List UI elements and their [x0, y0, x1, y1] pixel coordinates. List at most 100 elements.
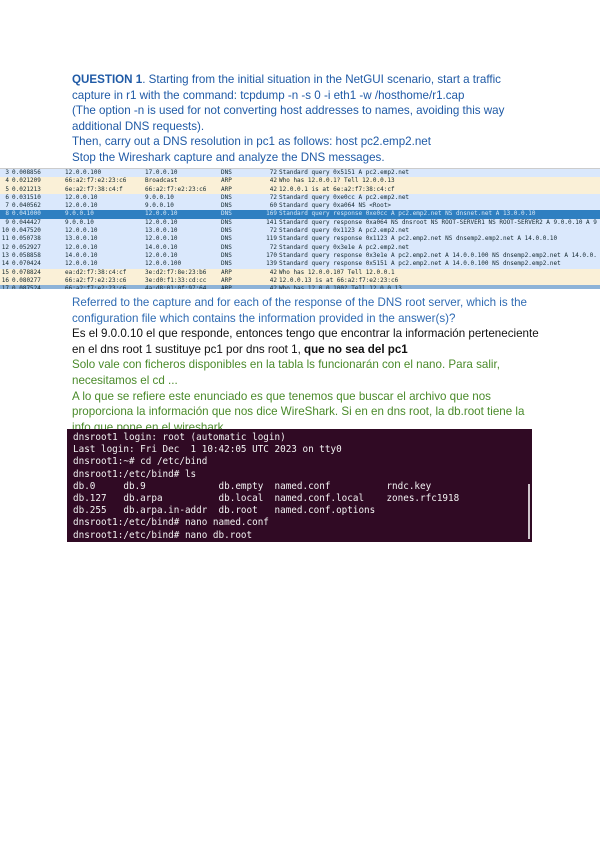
packet-proto: DNS [221, 218, 232, 226]
packet-no: 3 [5, 169, 9, 176]
packet-dst: 9.0.0.10 [145, 193, 174, 201]
packet-len: 170 [266, 251, 277, 259]
packet-row[interactable]: 17 0.087524 66:a2:f7:e2:23:c6 4a:d8:01:0f:9… [0, 285, 600, 289]
packet-row[interactable]: 3 0.008856 12.0.0.100 17.0.0.10 DNS 72 Standar… [0, 169, 600, 178]
packet-src: 12.0.0.100 [65, 169, 102, 176]
packet-row[interactable]: 5 0.021213 6e:a2:f7:38:c4:f 66:a2:f7:e2:23:… [0, 185, 600, 194]
packet-no: 8 [5, 210, 9, 218]
answer-reply-bold: que no sea del pc1 [304, 342, 408, 356]
answer-reply: Es el 9.0.0.10 el que responde, entonces… [72, 326, 542, 357]
packet-time: 0.044427 [12, 218, 41, 226]
packet-dst: 13.0.0.10 [145, 227, 178, 235]
terminal-line: dnsroot1 login: root (automatic login) [73, 432, 286, 443]
packet-row[interactable]: 9 0.044427 9.0.0.10 12.0.0.10 DNS 141 Standard… [0, 218, 600, 228]
packet-no: 4 [5, 177, 9, 185]
question-line-3: Then, carry out a DNS resolution in pc1 … [72, 135, 431, 149]
packet-row[interactable]: 6 0.031510 12.0.0.10 9.0.0.10 DNS 72 Standard … [0, 193, 600, 203]
packet-info: Standard query response 0xe0cc A pc2.emp… [279, 210, 536, 218]
terminal-line: Last login: Fri Dec 1 10:42:05 UTC 2023 … [73, 444, 342, 456]
packet-len: 141 [266, 218, 277, 226]
packet-src: 12.0.0.10 [65, 227, 98, 235]
packet-no: 17 [1, 285, 9, 289]
packet-dst: 12.0.0.10 [145, 218, 178, 226]
packet-info: Standard query 0xa064 NS <Root> [279, 202, 391, 210]
answer-prompt: Referred to the capture and for each of … [72, 296, 527, 325]
terminal-line: db.0 db.9 db.empty named.conf rndc.key [73, 480, 432, 492]
packet-src: 9.0.0.10 [65, 218, 94, 226]
packet-info: Standard query response 0x5151 A pc2.emp… [279, 260, 561, 268]
packet-row[interactable]: 7 0.040562 12.0.0.10 9.0.0.10 DNS 60 Standard … [0, 202, 600, 211]
terminal-line: dnsroot1:/etc/bind# nano named.conf [73, 517, 269, 529]
packet-time: 0.078824 [12, 268, 41, 276]
packet-proto: ARP [221, 276, 232, 284]
packet-no: 15 [1, 268, 9, 276]
question-line-4: Stop the Wireshark capture and analyze t… [72, 150, 385, 164]
packet-row[interactable]: 12 0.052927 12.0.0.10 14.0.0.10 DNS 72 Standar… [0, 243, 600, 252]
packet-time: 0.021213 [12, 185, 41, 193]
packet-dst: 17.0.0.10 [145, 169, 178, 176]
packet-src: 66:a2:f7:e2:23:c6 [65, 177, 127, 185]
packet-len: 42 [269, 285, 277, 289]
packet-info: Standard query 0xe0cc A pc2.emp2.net [279, 193, 410, 201]
packet-info: Standard query 0x3e1e A pc2.emp2.net [279, 243, 410, 251]
packet-proto: DNS [221, 260, 232, 268]
packet-row[interactable]: 14 0.070424 12.0.0.10 12.0.0.100 DNS 139 Stand… [0, 260, 600, 269]
packet-row[interactable]: 15 0.078824 ea:d2:f7:38:c4:cf 3e:d2:f7:8e:2… [0, 268, 600, 277]
terminal-line: db.255 db.arpa.in-addr db.root named.con… [73, 505, 376, 517]
question-label: QUESTION 1 [72, 73, 143, 86]
packet-proto: ARP [221, 268, 232, 276]
packet-dst: 9.0.0.10 [145, 202, 174, 210]
terminal-line: dnsroot1:/etc/bind# nano db.root [73, 529, 253, 541]
packet-len: 72 [269, 227, 277, 235]
packet-info: Standard query response 0x1123 A pc2.emp… [279, 235, 558, 243]
packet-info: Standard query 0x5151 A pc2.emp2.net [279, 169, 410, 176]
packet-info: Who has 12.0.0.100? Tell 12.0.0.13 [279, 285, 402, 289]
packet-time: 0.050738 [12, 235, 41, 243]
answer-section: Referred to the capture and for each of … [72, 295, 542, 435]
terminal-line: db.127 db.arpa db.local named.conf.local… [73, 493, 460, 505]
packet-row[interactable]: 8 0.041000 9.0.0.10 12.0.0.10 DNS 169 Standard… [0, 210, 600, 219]
terminal-line: dnsroot1:/etc/bind# ls [73, 468, 197, 480]
answer-note-1: Solo vale con ficheros disponibles en la… [72, 358, 500, 387]
terminal-screenshot: dnsroot1 login: root (automatic login) La… [67, 429, 532, 542]
terminal-line: dnsroot1:~# cd /etc/bind [73, 456, 208, 468]
packet-proto: ARP [221, 185, 232, 193]
packet-src: 13.0.0.10 [65, 235, 98, 243]
packet-proto: ARP [221, 285, 232, 289]
packet-info: Who has 12.0.0.1? Tell 12.0.0.13 [279, 177, 395, 185]
packet-no: 16 [1, 276, 9, 284]
packet-dst: 4a:d8:01:0f:97:64 [145, 285, 207, 289]
packet-proto: ARP [221, 177, 232, 185]
packet-src: 14.0.0.10 [65, 251, 98, 259]
packet-row[interactable]: 4 0.021209 66:a2:f7:e2:23:c6 Broadcast ARP 42… [0, 177, 600, 186]
wireshark-packet-list[interactable]: 3 0.008856 12.0.0.100 17.0.0.10 DNS 72 Standar… [0, 168, 600, 289]
packet-src: 6e:a2:f7:38:c4:f [65, 185, 123, 193]
packet-dst: 14.0.0.10 [145, 243, 178, 251]
packet-no: 9 [5, 218, 9, 226]
packet-len: 72 [269, 193, 277, 201]
packet-row[interactable]: 10 0.047520 12.0.0.10 13.0.0.10 DNS 72 Standar… [0, 227, 600, 236]
packet-src: 9.0.0.10 [65, 210, 94, 218]
packet-time: 0.052927 [12, 243, 41, 251]
packet-info: 12.0.0.13 is at 66:a2:f7:e2:23:c6 [279, 276, 399, 284]
packet-no: 10 [1, 227, 9, 235]
packet-time: 0.080277 [12, 276, 41, 284]
packet-row[interactable]: 16 0.080277 66:a2:f7:e2:23:c6 3e:d0:f1:33:c… [0, 276, 600, 286]
packet-proto: DNS [221, 227, 232, 235]
packet-info: Standard query response 0xa064 NS dnsroo… [279, 218, 597, 226]
packet-proto: DNS [221, 169, 232, 176]
packet-dst: 3e:d0:f1:33:cd:cc [145, 276, 207, 284]
packet-len: 42 [269, 185, 277, 193]
packet-len: 60 [269, 202, 277, 210]
packet-proto: DNS [221, 243, 232, 251]
packet-info: Who has 12.0.0.107 Tell 12.0.0.1 [279, 268, 395, 276]
packet-no: 13 [1, 251, 9, 259]
packet-proto: DNS [221, 235, 232, 243]
packet-len: 169 [266, 210, 277, 218]
packet-len: 42 [269, 177, 277, 185]
packet-no: 12 [1, 243, 9, 251]
packet-time: 0.087524 [12, 285, 41, 289]
packet-row[interactable]: 13 0.058858 14.0.0.10 12.0.0.10 DNS 170 Standa… [0, 251, 600, 261]
packet-row[interactable]: 11 0.050738 13.0.0.10 12.0.0.10 DNS 119 Standa… [0, 235, 600, 244]
packet-time: 0.047520 [12, 227, 41, 235]
